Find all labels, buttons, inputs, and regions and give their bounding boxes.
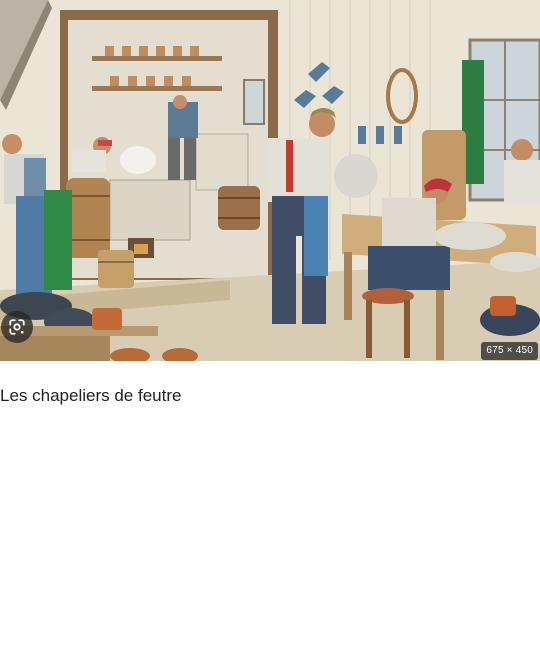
image-caption[interactable]: Les chapeliers de feutre xyxy=(0,386,530,406)
preview-image[interactable] xyxy=(0,0,540,361)
image-preview-page: 675 × 450 Les chapeliers de feutre xyxy=(0,0,540,664)
google-lens-icon xyxy=(9,319,25,335)
google-lens-button[interactable] xyxy=(1,311,33,343)
image-dimensions-badge: 675 × 450 xyxy=(481,342,538,360)
hatmakers-workshop-illustration xyxy=(0,0,540,361)
